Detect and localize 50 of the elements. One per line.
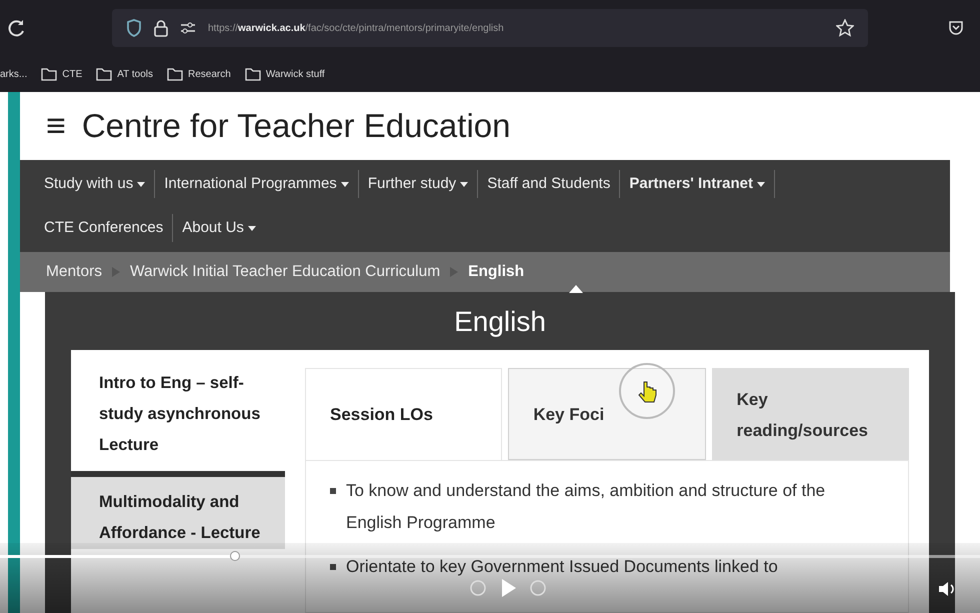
caret-icon xyxy=(756,182,765,186)
bullet-text: Orientate to key Government Issued Documents linked to xyxy=(346,556,778,578)
nav-item[interactable]: CTE Conferences xyxy=(44,214,174,242)
hand-cursor-icon xyxy=(618,362,676,420)
tab[interactable]: Session LOs xyxy=(305,368,502,460)
playback-controls-icon[interactable] xyxy=(468,577,548,599)
folder-icon xyxy=(167,68,183,80)
tab[interactable]: Key Foci xyxy=(508,368,706,460)
reload-icon[interactable] xyxy=(8,19,26,37)
bookmark-label: Research xyxy=(188,68,231,80)
bookmark-item[interactable]: arks... xyxy=(0,68,28,80)
menu-icon[interactable]: ≡ xyxy=(46,106,66,146)
caret-icon xyxy=(137,182,146,186)
bookmark-item[interactable]: AT tools xyxy=(96,68,153,80)
bookmark-item[interactable]: CTE xyxy=(41,68,82,80)
nav-item[interactable]: About Us xyxy=(173,214,265,242)
star-icon[interactable] xyxy=(836,19,854,37)
breadcrumb-item[interactable]: English xyxy=(468,263,524,281)
bullet-icon xyxy=(330,564,336,570)
breadcrumb-item[interactable]: Mentors xyxy=(46,263,102,281)
bookmark-label: CTE xyxy=(62,68,82,80)
lock-icon[interactable] xyxy=(154,20,168,36)
bookmark-label: AT tools xyxy=(117,68,153,80)
bullet-text: To know and understand the aims, ambition and structure of the English Programme xyxy=(346,480,826,534)
url-text: https://warwick.ac.uk/fac/soc/cte/pintra/mentors/primaryite/english xyxy=(208,22,505,34)
nav-item[interactable]: Partners' Intranet xyxy=(620,170,775,198)
shield-icon[interactable] xyxy=(126,19,142,37)
tab[interactable]: Key reading/sources xyxy=(712,368,909,460)
folder-icon xyxy=(244,68,261,80)
pointer-icon xyxy=(569,285,583,293)
nav-item[interactable]: Study with us xyxy=(44,170,156,198)
nav-item[interactable]: International Programmes xyxy=(155,170,359,198)
site-title: Centre for Teacher Education xyxy=(82,107,510,145)
bullet-icon xyxy=(330,488,336,494)
address-bar[interactable]: https://warwick.ac.uk/fac/soc/cte/pintra/mentors/primaryite/english xyxy=(112,9,868,47)
caret-icon xyxy=(460,182,468,186)
bookmark-item[interactable]: Warwick stuff xyxy=(244,68,325,80)
folder-icon xyxy=(41,68,58,80)
side-tab[interactable]: Multimodality and Affordance - Lecture xyxy=(71,477,285,549)
nav-item[interactable]: Staff and Students xyxy=(478,170,620,198)
permissions-icon[interactable] xyxy=(180,22,196,34)
caret-icon xyxy=(340,182,349,186)
caret-icon xyxy=(248,226,256,230)
breadcrumb-item[interactable]: Warwick Initial Teacher Education Curriculum xyxy=(130,263,440,281)
page-heading: English xyxy=(454,306,546,338)
nav-item[interactable]: Further study xyxy=(358,170,478,198)
bookmark-item[interactable]: Research xyxy=(167,68,231,80)
volume-icon[interactable] xyxy=(938,581,956,597)
bookmark-label: Warwick stuff xyxy=(266,68,325,80)
folder-icon xyxy=(96,68,112,80)
